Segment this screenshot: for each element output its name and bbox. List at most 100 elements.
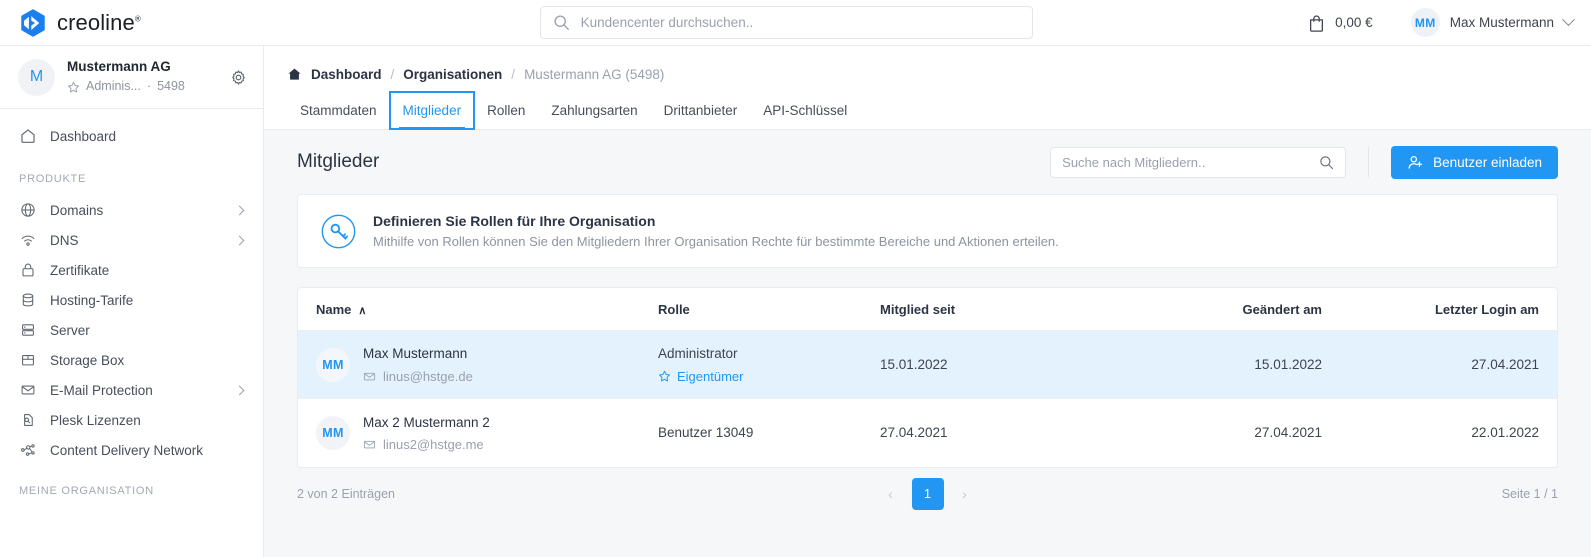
sidebar-label-storage-box: Storage Box [50,352,125,368]
top-bar-right: 0,00 € MM Max Mustermann [1308,8,1591,37]
column-header-role[interactable]: Rolle [658,288,880,331]
tab-api-schluessel[interactable]: API-Schlüssel [750,92,860,129]
brand-name: creoline® [57,10,141,36]
content-area: Mitglieder Suche nach Mitgliedern.. Benu… [264,130,1591,557]
page-header: Mitglieder Suche nach Mitgliedern.. Benu… [297,130,1558,194]
creoline-logo-icon [21,8,45,37]
star-icon [658,370,671,382]
table-row[interactable]: MM Max 2 Mustermann 2 linus2@hstge.me Be… [298,399,1557,467]
cell-name: MM Max Mustermann linus@hstge.de [298,331,658,399]
org-subtitle: Adminis... · 5498 [67,78,215,96]
breadcrumb-sep: / [390,66,395,82]
person-email: linus2@hstge.me [363,437,490,452]
gear-icon [231,69,245,85]
sidebar-item-domains[interactable]: Domains [0,195,263,225]
divider [1368,147,1370,177]
chevron-right-icon [234,205,245,215]
envelope-icon [363,440,376,449]
sidebar-label-zertifikate: Zertifikate [50,262,110,278]
tab-zahlungsarten[interactable]: Zahlungsarten [538,92,650,129]
body-layout: M Mustermann AG Adminis... · 5498 Dashbo… [0,46,1591,557]
globe-icon [19,202,36,219]
sidebar: M Mustermann AG Adminis... · 5498 Dashbo… [0,46,264,557]
table-head: Name ∧ Rolle Mitglied seit Geändert am Le… [298,288,1557,331]
pagination-page-1[interactable]: 1 [911,477,944,510]
tab-label: Mitglieder [402,103,462,118]
person-text: Max 2 Mustermann 2 linus2@hstge.me [363,414,490,452]
tab-label: Stammdaten [300,103,377,118]
pagination-prev-button[interactable]: ‹ [880,483,902,505]
banner-description: Mithilfe von Rollen können Sie den Mitgl… [373,234,1059,249]
home-icon[interactable] [287,67,302,82]
sidebar-item-dns[interactable]: DNS [0,225,263,255]
cell-role: Benutzer 13049 [658,399,880,467]
tab-label: Drittanbieter [663,103,738,118]
sidebar-item-storage-box[interactable]: Storage Box [0,345,263,375]
sidebar-section-produkte: PRODUKTE [19,173,87,185]
sidebar-item-hosting-tarife[interactable]: Hosting-Tarife [0,285,263,315]
sidebar-label-dns: DNS [50,232,79,248]
person-text: Max Mustermann linus@hstge.de [363,345,473,383]
column-label-name: Name [316,302,352,317]
sidebar-item-email-protection[interactable]: E-Mail Protection [0,375,263,405]
tab-rollen[interactable]: Rollen [474,92,538,129]
cell-changed: 27.04.2021 [1254,425,1322,441]
pagination-entries: 2 von 2 Einträgen [297,486,395,501]
column-header-last-login[interactable]: Letzter Login am [1322,288,1557,331]
invite-user-label: Benutzer einladen [1433,154,1542,170]
breadcrumb-current: Mustermann AG (5498) [524,66,665,82]
home-icon [19,128,36,145]
cart-button[interactable]: 0,00 € [1308,14,1373,32]
owner-badge: Eigentümer [658,369,880,384]
page-title: Mitglieder [297,151,380,172]
sidebar-item-zertifikate[interactable]: Zertifikate [0,255,263,285]
sidebar-section-meine-organisation: MEINE ORGANISATION [19,485,154,497]
invite-user-button[interactable]: Benutzer einladen [1391,145,1558,179]
column-header-member-since[interactable]: Mitglied seit [880,288,1112,331]
table-row[interactable]: MM Max Mustermann linus@hstge.de Adminis… [298,330,1557,399]
brand-logo[interactable]: creoline® [0,8,264,38]
chevron-right-icon [234,385,245,395]
breadcrumb-dashboard[interactable]: Dashboard [311,67,382,82]
cell-role: Administrator Eigentümer [658,331,880,399]
members-table-card: Name ∧ Rolle Mitglied seit Geändert am Le… [297,287,1558,468]
tab-stammdaten[interactable]: Stammdaten [287,92,390,129]
main-panel: Dashboard / Organisationen / Mustermann … [264,46,1591,557]
brand-name-text: creoline [57,9,135,35]
org-name: Mustermann AG [67,59,171,75]
tab-mitglieder[interactable]: Mitglieder [388,91,476,130]
app-root: creoline® Kundencenter durchsuchen.. 0,0… [0,0,1591,557]
sidebar-label-hosting-tarife: Hosting-Tarife [50,292,134,308]
sort-ascending-icon: ∧ [358,305,367,317]
member-search-input[interactable]: Suche nach Mitgliedern.. [1050,146,1347,178]
person-info: MM Max Mustermann linus@hstge.de [316,345,658,384]
chevron-right-icon [234,235,245,245]
org-settings-button[interactable] [227,66,249,88]
sidebar-item-cdn[interactable]: Content Delivery Network [0,435,263,465]
tab-label: API-Schlüssel [763,103,848,118]
cell-last-login: 27.04.2021 [1471,357,1539,372]
pagination-page-info: Seite 1 / 1 [1501,486,1558,501]
tab-label: Zahlungsarten [551,103,638,118]
breadcrumb-organisationen[interactable]: Organisationen [403,67,502,82]
sidebar-item-dashboard[interactable]: Dashboard [0,121,263,151]
license-icon [19,412,36,429]
column-header-name[interactable]: Name ∧ [298,288,658,331]
avatar: MM [316,415,350,450]
sidebar-item-plesk-lizenzen[interactable]: Plesk Lizenzen [0,405,263,435]
tab-drittanbieter[interactable]: Drittanbieter [651,92,751,129]
global-search-input[interactable]: Kundencenter durchsuchen.. [539,6,1033,39]
key-icon [321,214,356,248]
role-name: Administrator [658,345,738,361]
user-menu[interactable]: MM Max Mustermann [1410,8,1575,37]
global-search-wrap: Kundencenter durchsuchen.. [264,6,1308,39]
user-avatar: MM [1410,8,1440,37]
cell-last-login: 22.01.2022 [1471,425,1539,441]
pagination-controls: ‹ 1 › [880,477,976,510]
breadcrumb-sep: / [511,66,516,82]
org-switcher[interactable]: M Mustermann AG Adminis... · 5498 [0,46,263,109]
sidebar-item-server[interactable]: Server [0,315,263,345]
role-name: Benutzer 13049 [658,424,754,440]
column-header-changed[interactable]: Geändert am [1112,288,1322,331]
pagination-next-button[interactable]: › [954,483,976,505]
